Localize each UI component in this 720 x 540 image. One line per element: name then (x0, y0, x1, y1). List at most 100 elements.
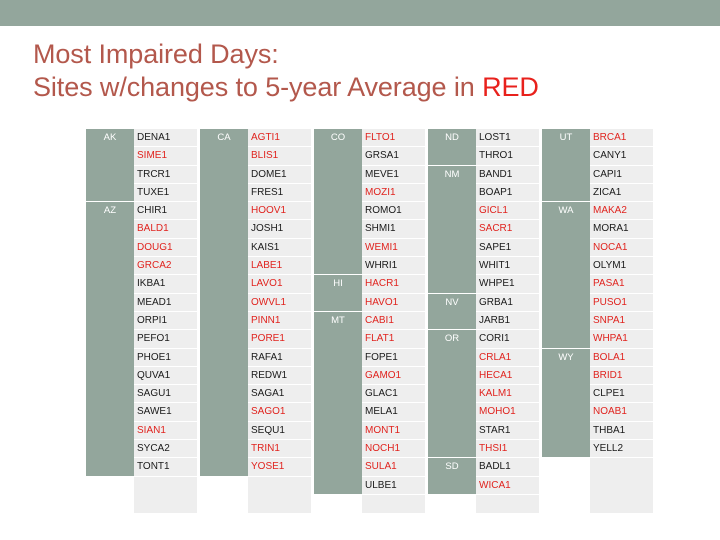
site-cell[interactable]: SIME1 (134, 147, 197, 166)
site-cell[interactable]: STAR1 (476, 421, 539, 441)
site-cell[interactable]: TRIN1 (248, 440, 311, 459)
site-cell[interactable]: FLAT1 (362, 330, 425, 349)
site-cell[interactable]: PUSO1 (590, 293, 653, 312)
site-cell[interactable]: MOHO1 (476, 403, 539, 422)
site-cell[interactable]: GRSA1 (362, 147, 425, 166)
site-cell[interactable]: BRID1 (590, 366, 653, 386)
site-cell[interactable]: SAPE1 (476, 238, 539, 258)
site-cell[interactable]: PORE1 (248, 330, 311, 349)
site-cell[interactable]: SHMI1 (362, 220, 425, 239)
site-cell[interactable]: FLTO1 (362, 129, 425, 148)
site-cell[interactable]: YOSE1 (248, 458, 311, 477)
site-cell[interactable]: QUVA1 (134, 366, 197, 386)
site-cell[interactable]: PEFO1 (134, 330, 197, 349)
title-line-1: Most Impaired Days: (33, 39, 279, 69)
site-cell[interactable]: CRLA1 (476, 348, 539, 367)
site-cell[interactable]: CHIR1 (134, 202, 197, 221)
site-cell[interactable]: IKBA1 (134, 275, 197, 294)
site-cell[interactable]: SAGO1 (248, 403, 311, 422)
site-cell[interactable]: TONT1 (134, 458, 197, 477)
site-cell[interactable]: BADL1 (476, 458, 539, 477)
site-cell[interactable]: CABI1 (362, 311, 425, 331)
site-cell[interactable]: JOSH1 (248, 220, 311, 239)
site-cell[interactable]: WEMI1 (362, 238, 425, 258)
site-cell[interactable]: LOST1 (476, 129, 539, 148)
site-cell[interactable]: TUXE1 (134, 183, 197, 203)
site-cell[interactable]: CORI1 (476, 330, 539, 349)
site-cell[interactable]: ORPI1 (134, 311, 197, 331)
site-cell[interactable]: THSI1 (476, 440, 539, 459)
site-cell[interactable]: GAMO1 (362, 366, 425, 386)
site-cell[interactable]: ZICA1 (590, 183, 653, 203)
site-cell[interactable]: YELL2 (590, 440, 653, 459)
site-cell[interactable]: ROMO1 (362, 202, 425, 221)
site-cell[interactable]: HAVO1 (362, 293, 425, 312)
site-cell[interactable]: HACR1 (362, 275, 425, 294)
site-cell[interactable]: THRO1 (476, 147, 539, 166)
site-cell[interactable]: PINN1 (248, 311, 311, 331)
site-cell[interactable]: CLPE1 (590, 385, 653, 404)
state-label-nm: NM (428, 165, 476, 294)
site-cell[interactable]: SEQU1 (248, 421, 311, 441)
site-cell[interactable]: SIAN1 (134, 421, 197, 441)
site-cell[interactable]: BLIS1 (248, 147, 311, 166)
site-cell[interactable]: SULA1 (362, 458, 425, 477)
site-cell[interactable]: DOME1 (248, 165, 311, 184)
site-cell[interactable]: MELA1 (362, 403, 425, 422)
site-cell[interactable]: NOCH1 (362, 440, 425, 459)
site-cell[interactable]: PHOE1 (134, 348, 197, 367)
site-cell[interactable]: WHPE1 (476, 275, 539, 294)
site-cell[interactable]: MOZI1 (362, 183, 425, 203)
site-cell[interactable]: TRCR1 (134, 165, 197, 184)
site-cell[interactable]: BRCA1 (590, 129, 653, 148)
site-cell[interactable]: DENA1 (134, 129, 197, 148)
site-cell[interactable]: GICL1 (476, 202, 539, 221)
site-cell[interactable]: WICA1 (476, 476, 539, 495)
state-label-sd: SD (428, 458, 476, 495)
site-cell[interactable]: GRBA1 (476, 293, 539, 312)
site-cell[interactable]: REDW1 (248, 366, 311, 386)
site-cell[interactable]: WHPA1 (590, 330, 653, 349)
site-cell[interactable]: BOLA1 (590, 348, 653, 367)
site-cell[interactable]: SAWE1 (134, 403, 197, 422)
site-cell[interactable]: SNPA1 (590, 311, 653, 331)
site-cell[interactable]: WHRI1 (362, 257, 425, 276)
site-cell[interactable]: KALM1 (476, 385, 539, 404)
site-cell[interactable]: CANY1 (590, 147, 653, 166)
site-cell[interactable]: LAVO1 (248, 275, 311, 294)
site-cell[interactable]: KAIS1 (248, 238, 311, 258)
site-cell[interactable]: JARB1 (476, 311, 539, 331)
site-list: CHIR1 BALD1 DOUG1 GRCA2 IKBA1 MEAD1 ORPI1 PEFO1… (134, 202, 197, 477)
site-cell[interactable]: SAGU1 (134, 385, 197, 404)
site-cell[interactable]: BALD1 (134, 220, 197, 239)
site-cell[interactable]: FRES1 (248, 183, 311, 203)
site-cell[interactable]: SACR1 (476, 220, 539, 239)
site-cell[interactable]: GLAC1 (362, 385, 425, 404)
site-cell[interactable]: MEVE1 (362, 165, 425, 184)
site-cell[interactable]: SAGA1 (248, 385, 311, 404)
site-cell[interactable]: LABE1 (248, 257, 311, 276)
site-cell[interactable]: MONT1 (362, 421, 425, 441)
site-cell[interactable]: MORA1 (590, 220, 653, 239)
site-cell[interactable]: RAFA1 (248, 348, 311, 367)
site-cell[interactable]: CAPI1 (590, 165, 653, 184)
site-cell[interactable]: AGTI1 (248, 129, 311, 148)
site-cell[interactable]: WHIT1 (476, 257, 539, 276)
site-cell[interactable]: PASA1 (590, 275, 653, 294)
site-cell[interactable]: MAKA2 (590, 202, 653, 221)
site-cell[interactable]: ULBE1 (362, 476, 425, 495)
site-cell[interactable]: OWVL1 (248, 293, 311, 312)
site-cell[interactable]: GRCA2 (134, 257, 197, 276)
site-cell[interactable]: THBA1 (590, 421, 653, 441)
site-cell[interactable]: FOPE1 (362, 348, 425, 367)
site-cell[interactable]: NOCA1 (590, 238, 653, 258)
site-cell[interactable]: OLYM1 (590, 257, 653, 276)
site-cell[interactable]: HECA1 (476, 366, 539, 386)
site-cell[interactable]: MEAD1 (134, 293, 197, 312)
site-cell[interactable]: NOAB1 (590, 403, 653, 422)
site-cell[interactable]: SYCA2 (134, 440, 197, 459)
site-cell[interactable]: BOAP1 (476, 183, 539, 203)
site-cell[interactable]: BAND1 (476, 165, 539, 184)
site-cell[interactable]: HOOV1 (248, 202, 311, 221)
site-cell[interactable]: DOUG1 (134, 238, 197, 258)
